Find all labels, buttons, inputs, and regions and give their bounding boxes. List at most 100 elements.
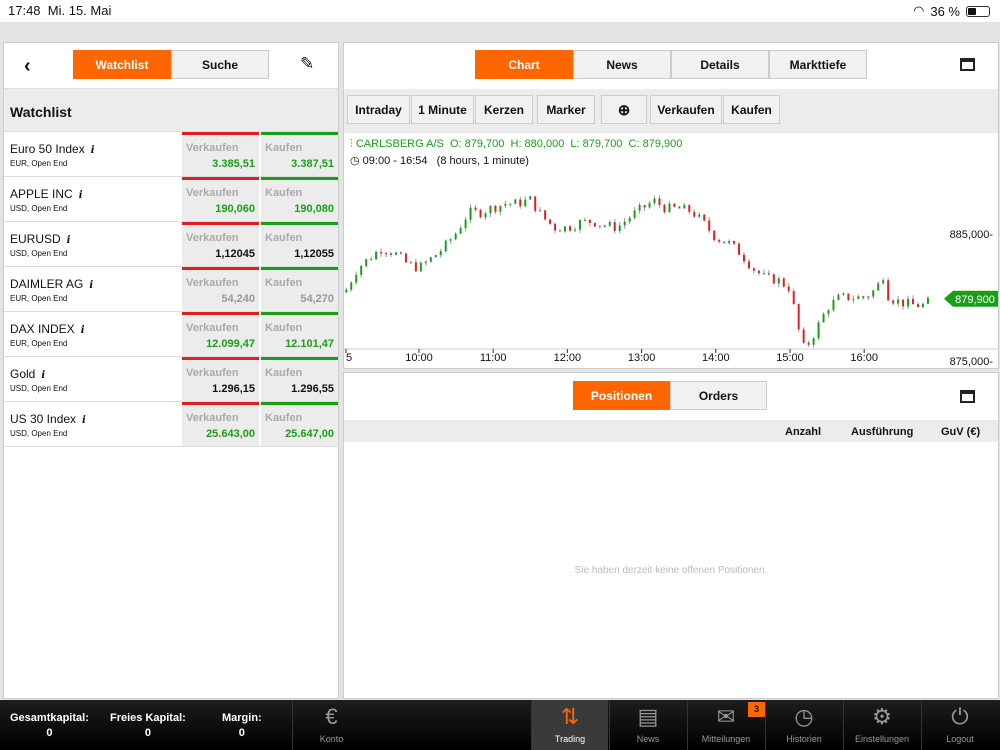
candle xyxy=(882,280,885,284)
buy-quote[interactable]: Kaufen 25.647,00 xyxy=(261,402,338,446)
x-tick-label: 12:00 xyxy=(554,352,582,364)
watchlist-row[interactable]: EURUSD i USD, Open End Verkaufen 1,12045 K… xyxy=(4,222,339,267)
col-ausfuehrung[interactable]: Ausführung xyxy=(851,426,913,438)
buy-quote[interactable]: Kaufen 12.101,47 xyxy=(261,312,338,356)
candle xyxy=(708,220,711,231)
bottom-bar: Gesamtkapital: 0 Freies Kapital: 0 Margin:… xyxy=(0,700,1000,750)
price-chart[interactable]: 5 10:00 11:00 12:00 13:00 14:00 15:00 16:00 885,… xyxy=(344,133,998,369)
nav-tab-einstellungen[interactable]: ⚙ Einstellungen xyxy=(843,700,920,750)
candle xyxy=(449,239,452,241)
sell-quote[interactable]: Verkaufen 54,240 xyxy=(182,267,259,311)
info-icon[interactable]: i xyxy=(79,190,83,201)
info-icon[interactable]: i xyxy=(82,415,86,426)
nav-tab-historien[interactable]: ◷ Historien xyxy=(765,700,842,750)
nav-tab-trading[interactable]: ⇅ Trading xyxy=(531,700,608,750)
instrument-name: Euro 50 Index i xyxy=(10,142,95,156)
zoom-icon[interactable]: ⊕ xyxy=(601,95,647,124)
col-anzahl[interactable]: Anzahl xyxy=(785,426,821,438)
candle xyxy=(554,223,557,231)
info-icon[interactable]: i xyxy=(67,235,71,246)
instrument-sub: USD, Open End xyxy=(10,429,68,438)
candle xyxy=(718,240,721,242)
buy-quote[interactable]: Kaufen 54,270 xyxy=(261,267,338,311)
buy-button[interactable]: Kaufen xyxy=(723,95,780,124)
candle xyxy=(767,273,770,275)
sell-quote[interactable]: Verkaufen 3.385,51 xyxy=(182,132,259,176)
interval-button[interactable]: 1 Minute xyxy=(411,95,474,124)
info-icon[interactable]: i xyxy=(89,280,93,291)
tab-positionen[interactable]: Positionen xyxy=(573,381,670,410)
candle xyxy=(653,198,656,204)
maximize-icon[interactable] xyxy=(960,390,975,403)
tab-orders[interactable]: Orders xyxy=(670,381,767,410)
buy-quote[interactable]: Kaufen 1.296,55 xyxy=(261,357,338,401)
instrument-sub: EUR, Open End xyxy=(10,159,68,168)
candle xyxy=(608,222,611,226)
stat-freies-kapital: Freies Kapital: 0 xyxy=(110,712,186,739)
buy-quote[interactable]: Kaufen 3.387,51 xyxy=(261,132,338,176)
maximize-icon[interactable] xyxy=(960,58,975,71)
candle xyxy=(897,299,900,304)
y-tick-label: 885,000- xyxy=(950,229,994,241)
candle xyxy=(628,217,631,222)
chart-type-button[interactable]: Kerzen xyxy=(475,95,533,124)
marker-button[interactable]: Marker xyxy=(537,95,595,124)
candle xyxy=(568,226,571,231)
candle xyxy=(698,214,701,217)
candle xyxy=(887,280,890,301)
nav-tab-konto[interactable]: € Konto xyxy=(292,700,370,750)
info-icon[interactable]: i xyxy=(81,325,85,336)
tab-watchlist[interactable]: Watchlist xyxy=(73,50,171,79)
candle xyxy=(544,210,547,220)
instrument-name: DAX INDEX i xyxy=(10,322,85,336)
candle xyxy=(678,206,681,209)
candle xyxy=(618,225,621,232)
tab-markttiefe[interactable]: Markttiefe xyxy=(769,50,867,79)
tab-suche[interactable]: Suche xyxy=(171,50,269,79)
nav-tab-logout[interactable]: ⏻ Logout xyxy=(921,700,998,750)
candle xyxy=(797,303,800,330)
info-icon[interactable]: i xyxy=(91,145,95,156)
intraday-button[interactable]: Intraday xyxy=(347,95,410,124)
nav-tab-news[interactable]: ▤ News xyxy=(609,700,686,750)
tab-chart[interactable]: Chart xyxy=(475,50,573,79)
back-button[interactable]: ‹ xyxy=(24,55,31,78)
nav-tab-mitteilungen[interactable]: ✉ Mitteilungen 3 xyxy=(687,700,765,750)
candle xyxy=(583,219,586,221)
candle xyxy=(414,262,417,272)
watchlist-row[interactable]: US 30 Index i USD, Open End Verkaufen 25.6… xyxy=(4,402,339,447)
sell-button[interactable]: Verkaufen xyxy=(650,95,722,124)
candle xyxy=(926,297,929,304)
candle xyxy=(757,270,760,274)
candle xyxy=(777,278,780,284)
candle xyxy=(534,196,537,211)
watchlist-row[interactable]: DAIMLER AG i EUR, Open End Verkaufen 54,24… xyxy=(4,267,339,312)
sell-quote[interactable]: Verkaufen 1,12045 xyxy=(182,222,259,266)
candle xyxy=(355,274,358,283)
watchlist-row[interactable]: APPLE INC i USD, Open End Verkaufen 190,06… xyxy=(4,177,339,222)
candle xyxy=(549,219,552,224)
sell-quote[interactable]: Verkaufen 12.099,47 xyxy=(182,312,259,356)
info-icon[interactable]: i xyxy=(41,370,45,381)
candle xyxy=(499,205,502,212)
candle xyxy=(872,290,875,297)
empty-message: Sie haben derzeit keine offenen Position… xyxy=(574,565,768,576)
watchlist-row[interactable]: DAX INDEX i EUR, Open End Verkaufen 12.099… xyxy=(4,312,339,357)
watchlist-row[interactable]: Euro 50 Index i EUR, Open End Verkaufen 3.… xyxy=(4,132,339,177)
buy-quote[interactable]: Kaufen 190,080 xyxy=(261,177,338,221)
tab-news[interactable]: News xyxy=(573,50,671,79)
x-tick-label: 5 xyxy=(346,352,352,364)
candle xyxy=(822,313,825,323)
candle xyxy=(688,205,691,212)
candle xyxy=(593,222,596,227)
battery-percent: 36 % xyxy=(930,3,960,19)
watchlist-row[interactable]: Gold i USD, Open End Verkaufen 1.296,15 Ka… xyxy=(4,357,339,402)
sell-quote[interactable]: Verkaufen 1.296,15 xyxy=(182,357,259,401)
sell-quote[interactable]: Verkaufen 25.643,00 xyxy=(182,402,259,446)
tab-details[interactable]: Details xyxy=(671,50,769,79)
sell-quote[interactable]: Verkaufen 190,060 xyxy=(182,177,259,221)
buy-quote[interactable]: Kaufen 1,12055 xyxy=(261,222,338,266)
edit-icon[interactable]: ✎ xyxy=(300,54,314,74)
candle xyxy=(752,268,755,271)
col-guv[interactable]: GuV (€) xyxy=(941,426,980,438)
